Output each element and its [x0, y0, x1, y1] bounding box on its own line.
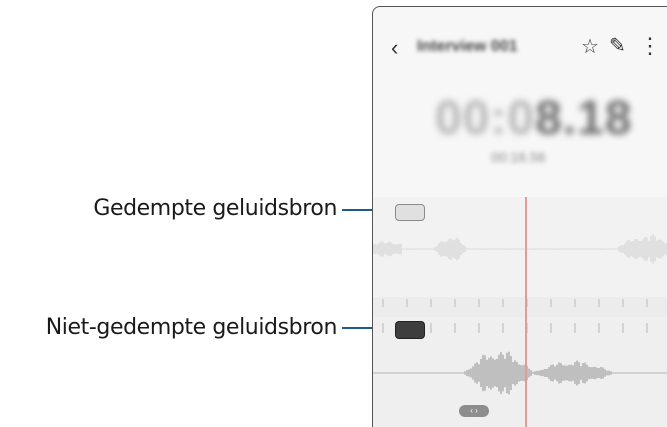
mute-toggle-muted[interactable] — [395, 204, 425, 221]
mute-toggle-unmuted[interactable] — [395, 321, 425, 339]
edit-icon[interactable]: ✎ — [609, 33, 626, 58]
more-options-icon[interactable]: ⋮ — [639, 33, 661, 59]
callout-unmuted-source: Niet-gedempte geluidsbron — [45, 315, 338, 340]
recording-title: Interview 001 — [417, 38, 518, 55]
drag-handle[interactable]: ‹ › — [459, 405, 489, 417]
back-icon[interactable]: ‹ — [391, 35, 398, 61]
timer-dim: 00:0 — [435, 92, 536, 145]
top-bar: ‹ Interview 001 ☆ ✎ ⋮ — [373, 31, 667, 65]
playhead[interactable] — [525, 197, 527, 427]
timer-bright: 8.18 — [535, 92, 633, 145]
phone-screen: ‹ Interview 001 ☆ ✎ ⋮ 00:08.18 00:16.56 … — [372, 6, 667, 427]
star-icon[interactable]: ☆ — [581, 34, 599, 59]
total-duration: 00:16.56 — [491, 149, 546, 165]
elapsed-timer: 00:08.18 — [435, 91, 633, 146]
callout-muted-source: Gedempte geluidsbron — [93, 196, 337, 221]
